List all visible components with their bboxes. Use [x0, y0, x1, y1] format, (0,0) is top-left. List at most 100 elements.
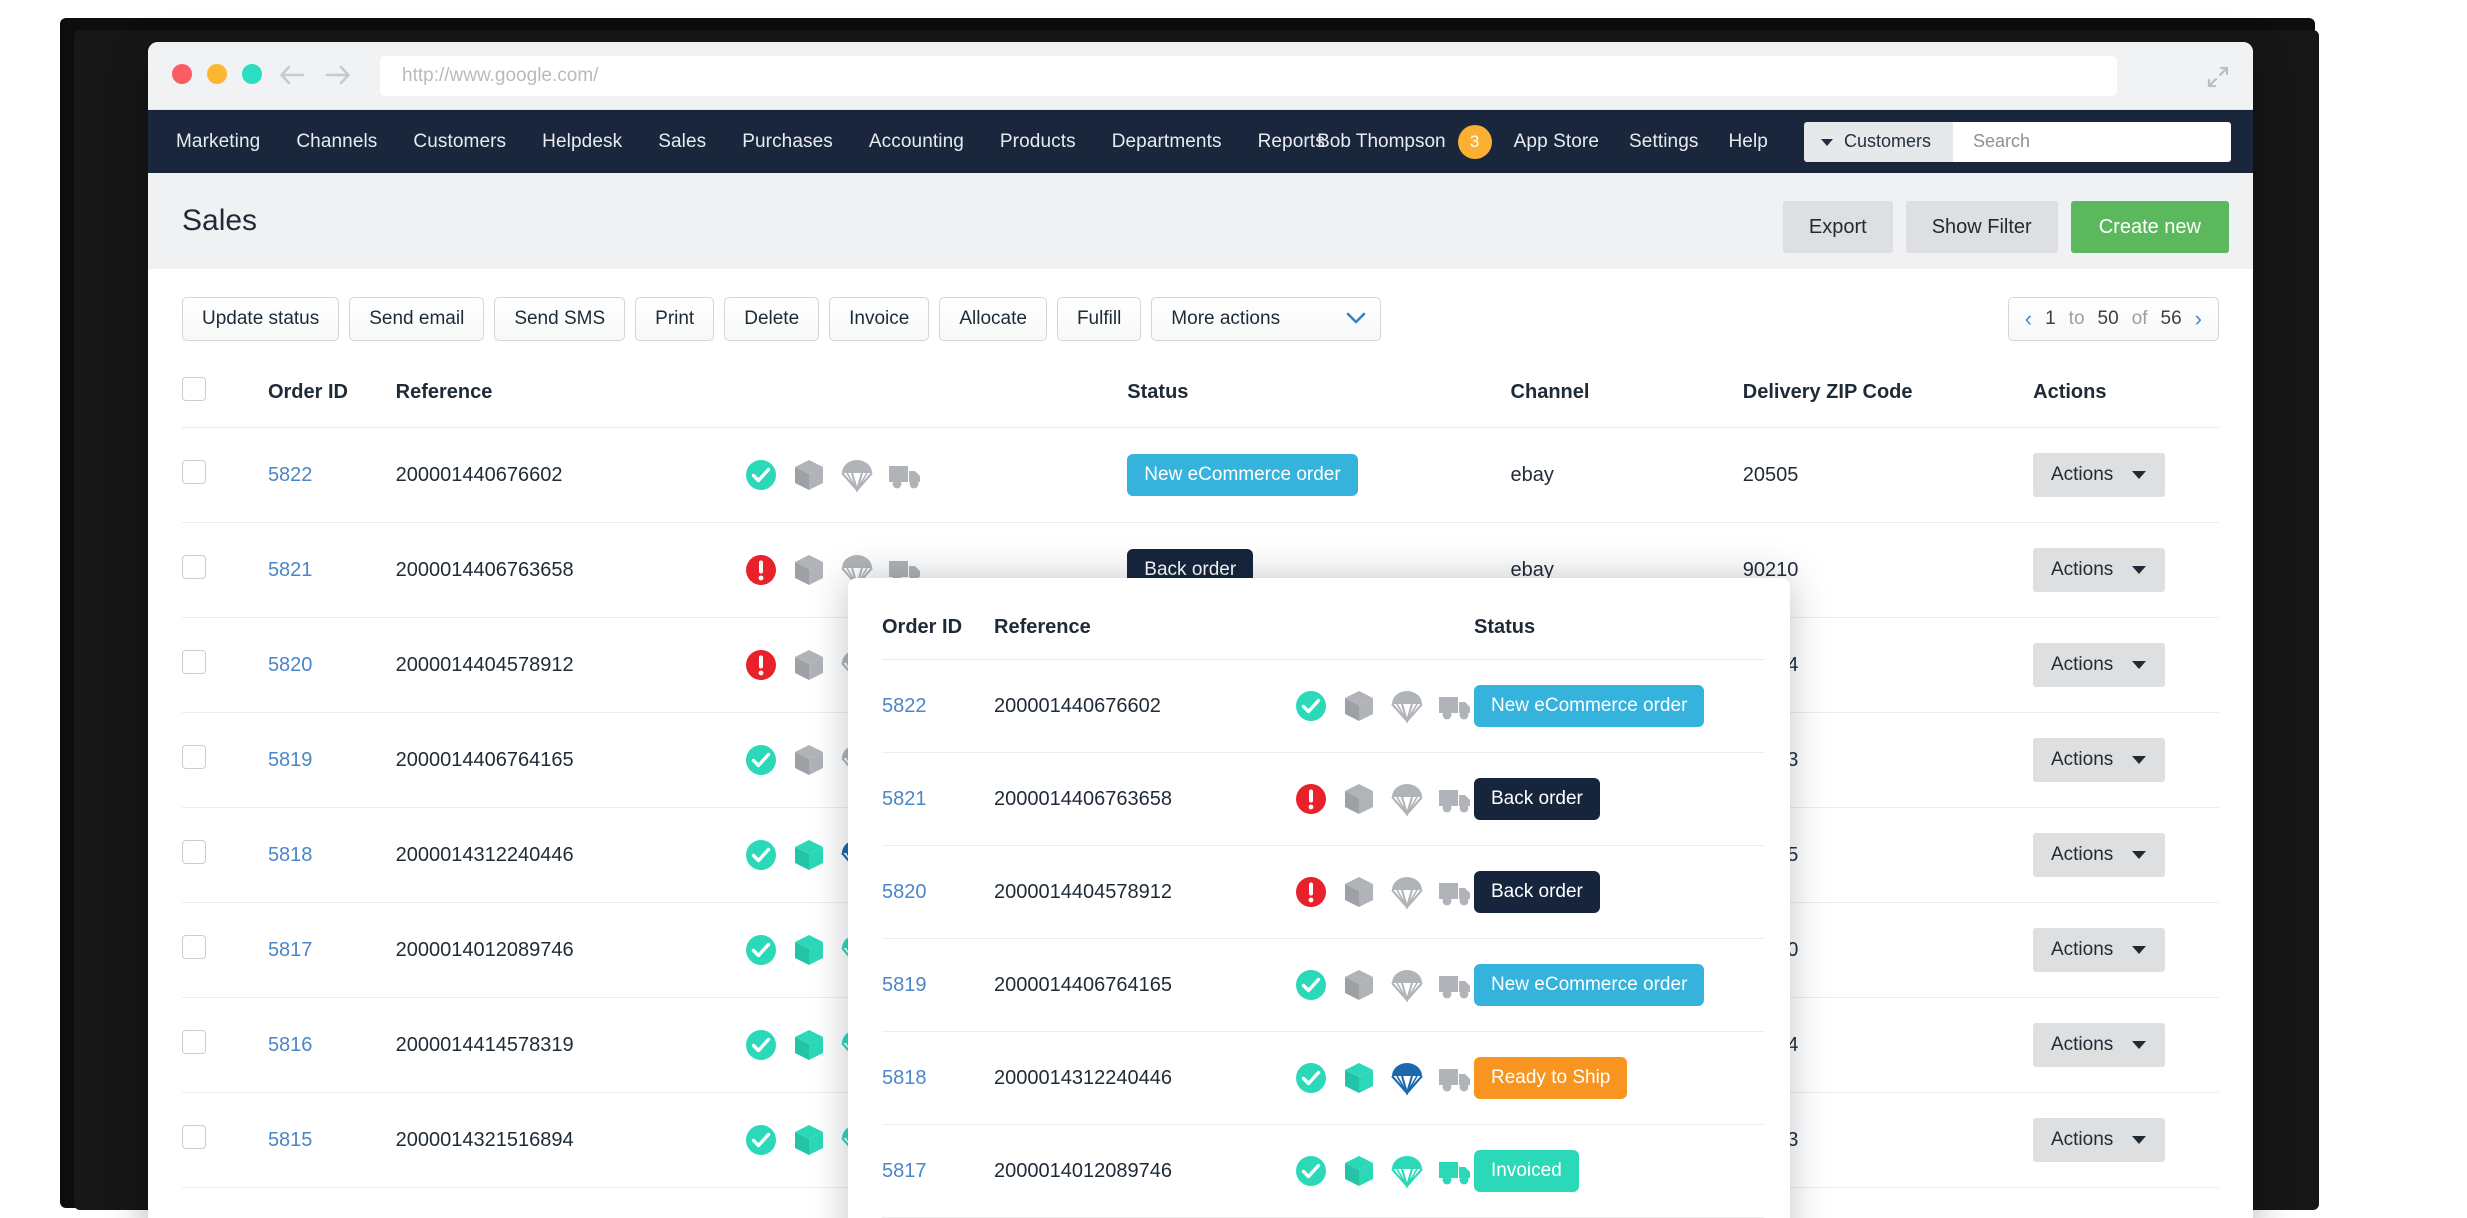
overlay-cell-order-id-text[interactable]: 5819 — [882, 974, 927, 996]
overlay-table-row[interactable]: 5822200001440676602New eCommerce order — [882, 660, 1764, 753]
row-actions-button[interactable]: Actions — [2033, 548, 2165, 592]
row-checkbox[interactable] — [182, 745, 206, 769]
next-page-button[interactable]: › — [2195, 308, 2202, 330]
nav-item-products[interactable]: Products — [1000, 131, 1076, 153]
export-button[interactable]: Export — [1783, 201, 1893, 253]
send-email-button[interactable]: Send email — [349, 297, 484, 341]
row-checkbox[interactable] — [182, 840, 206, 864]
maximize-dot[interactable] — [242, 64, 262, 84]
allocate-button[interactable]: Allocate — [939, 297, 1047, 341]
col-zip[interactable]: Delivery ZIP Code — [1743, 363, 2033, 428]
cell-actions: Actions — [2033, 713, 2219, 808]
status-badge[interactable]: Back order — [1474, 871, 1600, 913]
search-input[interactable]: Search — [1953, 122, 2231, 162]
status-badge[interactable]: New eCommerce order — [1474, 685, 1704, 727]
prev-page-button[interactable]: ‹ — [2025, 308, 2032, 330]
row-actions-button[interactable]: Actions — [2033, 928, 2165, 972]
overlay-cell-order-id-text[interactable]: 5822 — [882, 695, 927, 717]
more-actions-dropdown[interactable]: More actions — [1151, 297, 1381, 341]
truck-grey-icon — [1438, 968, 1472, 1002]
back-arrow-icon[interactable] — [278, 62, 306, 88]
row-checkbox[interactable] — [182, 935, 206, 959]
nav-item-purchases[interactable]: Purchases — [742, 131, 833, 153]
status-badge[interactable]: Invoiced — [1474, 1150, 1579, 1192]
search-scope-select[interactable]: Customers — [1804, 122, 1953, 162]
nav-item-channels[interactable]: Channels — [296, 131, 377, 153]
create-new-button[interactable]: Create new — [2071, 201, 2229, 253]
overlay-col-reference[interactable]: Reference — [994, 578, 1294, 660]
nav-item-settings[interactable]: Settings — [1629, 131, 1698, 153]
show-filter-button[interactable]: Show Filter — [1906, 201, 2058, 253]
row-checkbox[interactable] — [182, 460, 206, 484]
col-reference[interactable]: Reference — [396, 363, 744, 428]
row-checkbox[interactable] — [182, 1030, 206, 1054]
cell-order-id-text[interactable]: 5820 — [268, 654, 313, 676]
cell-order-id-text[interactable]: 5816 — [268, 1034, 313, 1056]
status-badge[interactable]: Back order — [1474, 778, 1600, 820]
col-channel[interactable]: Channel — [1511, 363, 1743, 428]
cell-order-id-text[interactable]: 5815 — [268, 1129, 313, 1151]
nav-item-app-store[interactable]: App Store — [1514, 131, 1599, 153]
col-order-id[interactable]: Order ID — [268, 363, 396, 428]
user-name-label[interactable]: Bob Thompson — [1317, 131, 1446, 153]
overlay-table-row[interactable]: 58192000014406764165New eCommerce order — [882, 939, 1764, 1032]
nav-item-reports[interactable]: Reports — [1258, 131, 1325, 153]
overlay-cell-order-id-text[interactable]: 5820 — [882, 881, 927, 903]
notification-badge[interactable]: 3 — [1458, 125, 1492, 159]
update-status-button[interactable]: Update status — [182, 297, 339, 341]
cell-order-id: 5815 — [268, 1093, 396, 1188]
fulfill-button[interactable]: Fulfill — [1057, 297, 1141, 341]
nav-item-accounting[interactable]: Accounting — [869, 131, 964, 153]
url-bar[interactable]: http://www.google.com/ — [380, 56, 2117, 96]
row-actions-button[interactable]: Actions — [2033, 833, 2165, 877]
status-badge[interactable]: Ready to Ship — [1474, 1057, 1627, 1099]
forward-arrow-icon[interactable] — [324, 62, 352, 88]
row-actions-button[interactable]: Actions — [2033, 643, 2165, 687]
overlay-table-row[interactable]: 58212000014406763658Back order — [882, 753, 1764, 846]
cell-order-id-text[interactable]: 5817 — [268, 939, 313, 961]
minimize-dot[interactable] — [207, 64, 227, 84]
nav-item-customers[interactable]: Customers — [413, 131, 506, 153]
overlay-table-row[interactable]: 58202000014404578912Back order — [882, 846, 1764, 939]
row-checkbox[interactable] — [182, 650, 206, 674]
cell-order-id-text[interactable]: 5818 — [268, 844, 313, 866]
overlay-table-row[interactable]: 58182000014312240446Ready to Ship — [882, 1032, 1764, 1125]
overlay-table-row[interactable]: 5817 2000014012089746 Invoiced — [882, 1125, 1764, 1218]
order-progress-icons — [1294, 782, 1474, 816]
close-dot[interactable] — [172, 64, 192, 84]
overlay-cell-reference-text: 2000014012089746 — [994, 1160, 1172, 1182]
table-row[interactable]: 5822200001440676602New eCommerce ordereb… — [182, 428, 2219, 523]
row-actions-button[interactable]: Actions — [2033, 738, 2165, 782]
overlay-col-status[interactable]: Status — [1474, 578, 1764, 660]
overlay-table-head: Order ID Reference Status — [882, 578, 1764, 660]
nav-item-sales[interactable]: Sales — [658, 131, 706, 153]
send-sms-button[interactable]: Send SMS — [494, 297, 625, 341]
cell-order-id-text[interactable]: 5821 — [268, 559, 313, 581]
overlay-col-order-id[interactable]: Order ID — [882, 578, 994, 660]
print-button[interactable]: Print — [635, 297, 714, 341]
status-badge[interactable]: New eCommerce order — [1474, 964, 1704, 1006]
cell-order-id-text[interactable]: 5819 — [268, 749, 313, 771]
invoice-button[interactable]: Invoice — [829, 297, 929, 341]
overlay-cell-order-id: 5819 — [882, 939, 994, 1032]
status-badge[interactable]: New eCommerce order — [1127, 454, 1357, 496]
overlay-cell-order-id-text[interactable]: 5821 — [882, 788, 927, 810]
row-checkbox[interactable] — [182, 1125, 206, 1149]
row-checkbox[interactable] — [182, 555, 206, 579]
delete-button[interactable]: Delete — [724, 297, 819, 341]
cell-order-id-text[interactable]: 5822 — [268, 464, 313, 486]
select-all-checkbox[interactable] — [182, 377, 206, 401]
check-ok-icon — [744, 933, 778, 967]
nav-item-departments[interactable]: Departments — [1112, 131, 1222, 153]
overlay-cell-order-id-text[interactable]: 5817 — [882, 1160, 927, 1182]
nav-item-help[interactable]: Help — [1728, 131, 1767, 153]
row-actions-button[interactable]: Actions — [2033, 1118, 2165, 1162]
row-actions-button[interactable]: Actions — [2033, 1023, 2165, 1067]
box-grey-icon — [1342, 968, 1376, 1002]
col-status[interactable]: Status — [1127, 363, 1510, 428]
expand-icon[interactable] — [2205, 64, 2231, 90]
overlay-cell-order-id-text[interactable]: 5818 — [882, 1067, 927, 1089]
row-actions-button[interactable]: Actions — [2033, 453, 2165, 497]
nav-item-marketing[interactable]: Marketing — [176, 131, 260, 153]
nav-item-helpdesk[interactable]: Helpdesk — [542, 131, 622, 153]
